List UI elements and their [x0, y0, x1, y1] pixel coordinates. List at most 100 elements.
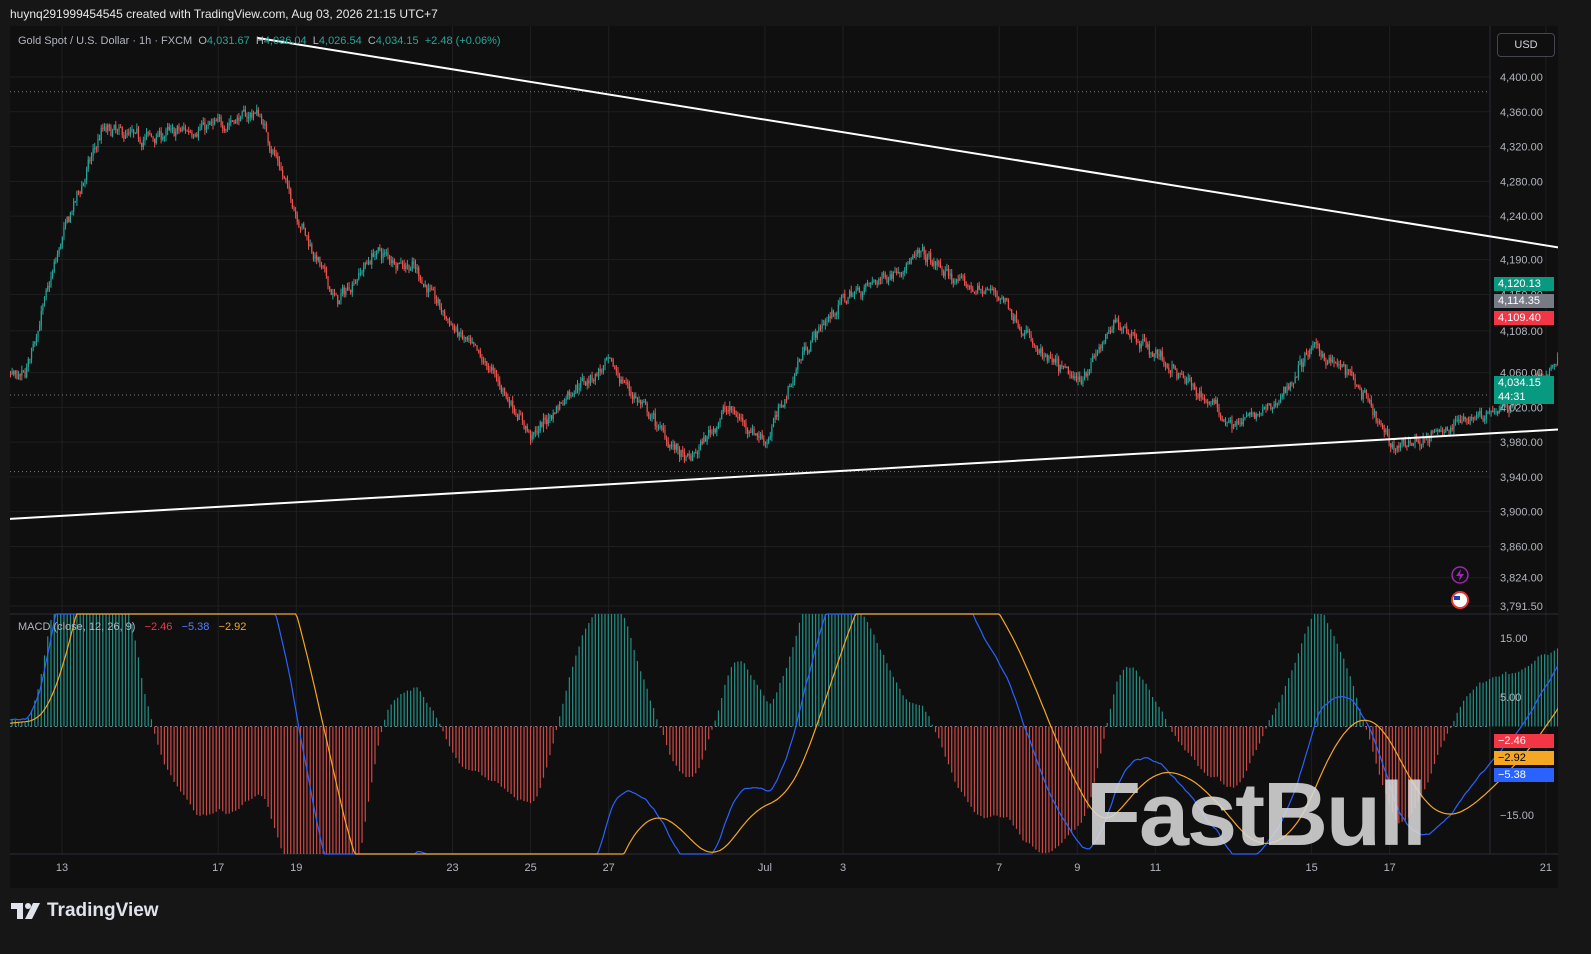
macd-histogram-bar	[1032, 726, 1034, 847]
candle-body	[1448, 429, 1450, 433]
macd-histogram-bar	[1547, 654, 1549, 727]
macd-histogram-bar	[1288, 678, 1290, 727]
candle-body	[1299, 359, 1301, 365]
macd-histogram-bar	[643, 679, 645, 727]
candle-body	[486, 361, 488, 366]
tradingview-brand: TradingView	[47, 900, 159, 921]
candle-body	[640, 400, 642, 405]
candle-body	[1454, 419, 1457, 421]
candle-body	[933, 261, 935, 266]
candle-body	[1475, 415, 1478, 418]
macd-histogram-bar	[539, 726, 541, 789]
macd-histogram-bar	[1067, 726, 1069, 836]
candle-body	[510, 400, 512, 405]
candle-body	[703, 436, 705, 444]
candle-body	[1466, 418, 1468, 421]
macd-histogram-bar	[435, 717, 438, 727]
macd-histogram-bar	[377, 726, 379, 746]
candle-body	[612, 359, 614, 367]
candle-body	[609, 357, 611, 359]
macd-histogram-bar	[1469, 693, 1471, 727]
macd-histogram-bar	[844, 614, 846, 727]
macd-histogram-bar	[908, 702, 911, 727]
candle-body	[983, 292, 985, 294]
candle-body	[30, 347, 33, 359]
candle-body	[463, 337, 465, 339]
candle-body	[1477, 414, 1479, 416]
candle-body	[742, 417, 744, 422]
candle-body	[408, 264, 410, 271]
candle-body	[712, 428, 715, 433]
macd-histogram-bar	[474, 726, 477, 771]
candle-body	[460, 332, 462, 334]
macd-histogram-bar	[627, 626, 629, 727]
macd-histogram-bar	[1262, 726, 1264, 737]
candle-body	[1484, 418, 1486, 421]
price-axis-label: 3,860.00	[1500, 541, 1543, 553]
candle-body	[337, 295, 339, 305]
macd-histogram-bar	[380, 726, 383, 733]
candle-body	[21, 370, 23, 376]
candle-body	[188, 131, 190, 133]
candle-body	[970, 285, 972, 289]
candle-body	[952, 279, 954, 284]
candle-body	[562, 403, 564, 405]
macd-histogram-bar	[322, 726, 324, 854]
candle-body	[343, 287, 345, 295]
currency-selector[interactable]: USD	[1497, 33, 1555, 57]
chart-svg[interactable]: 4,400.00 4,360.00 4,320.00 4,280.00 4,240.00…	[10, 26, 1558, 888]
candle-body	[139, 139, 141, 144]
candle-body	[345, 290, 347, 295]
candle-body	[495, 373, 498, 379]
candle-body	[584, 382, 587, 386]
legend-high: 4,036.04	[263, 35, 307, 47]
candle-body	[886, 276, 888, 283]
macd-histogram-bar	[1103, 726, 1105, 739]
candle-body	[465, 337, 467, 339]
candle-body	[89, 159, 91, 162]
candle-body	[457, 327, 459, 337]
macd-histogram-bar	[1265, 726, 1267, 729]
candle-body	[134, 132, 136, 134]
price-axis-label: 3,900.00	[1500, 507, 1543, 519]
candle-body	[1140, 343, 1142, 349]
candle-body	[233, 120, 235, 124]
candle-body	[330, 289, 332, 296]
macd-histogram-bar	[1472, 689, 1474, 727]
macd-histogram-bar	[653, 708, 655, 727]
macd-histogram-bar	[520, 726, 522, 800]
candle-body	[100, 128, 102, 141]
macd-histogram-bar	[879, 649, 882, 727]
macd-histogram-bar	[1015, 726, 1018, 829]
macd-histogram-bar	[1184, 726, 1186, 751]
candle-body	[1456, 419, 1458, 421]
candle-body	[1236, 421, 1238, 425]
candle-body	[674, 444, 676, 450]
candle-body	[628, 384, 630, 392]
macd-histogram-bar	[883, 654, 885, 727]
tradingview-logo[interactable]: TradingView	[11, 900, 159, 922]
candle-body	[520, 414, 522, 416]
macd-histogram-bar	[354, 726, 357, 854]
candle-body	[226, 125, 229, 130]
candle-body	[1174, 366, 1176, 370]
price-axis-label: 3,940.00	[1500, 472, 1543, 484]
macd-histogram-bar	[1028, 726, 1031, 844]
candle-body	[17, 374, 20, 380]
candle-body	[482, 361, 485, 363]
candle-body	[1066, 366, 1068, 369]
candle-body	[1127, 332, 1129, 335]
candle-body	[1398, 445, 1400, 448]
candle-body	[194, 134, 196, 136]
candle-body	[695, 452, 697, 454]
price-tag-low-line: 4,109.40	[1494, 311, 1554, 325]
candle-body	[541, 421, 543, 428]
candle-body	[1014, 315, 1016, 321]
macd-histogram-bar	[374, 726, 376, 765]
macd-histogram-bar	[1197, 726, 1199, 767]
candle-body	[1012, 316, 1014, 321]
candle-body	[546, 419, 548, 425]
macd-histogram-bar	[977, 726, 979, 815]
chart-frame[interactable]: 4,400.00 4,360.00 4,320.00 4,280.00 4,240.00…	[10, 26, 1558, 888]
candle-body	[949, 273, 951, 276]
